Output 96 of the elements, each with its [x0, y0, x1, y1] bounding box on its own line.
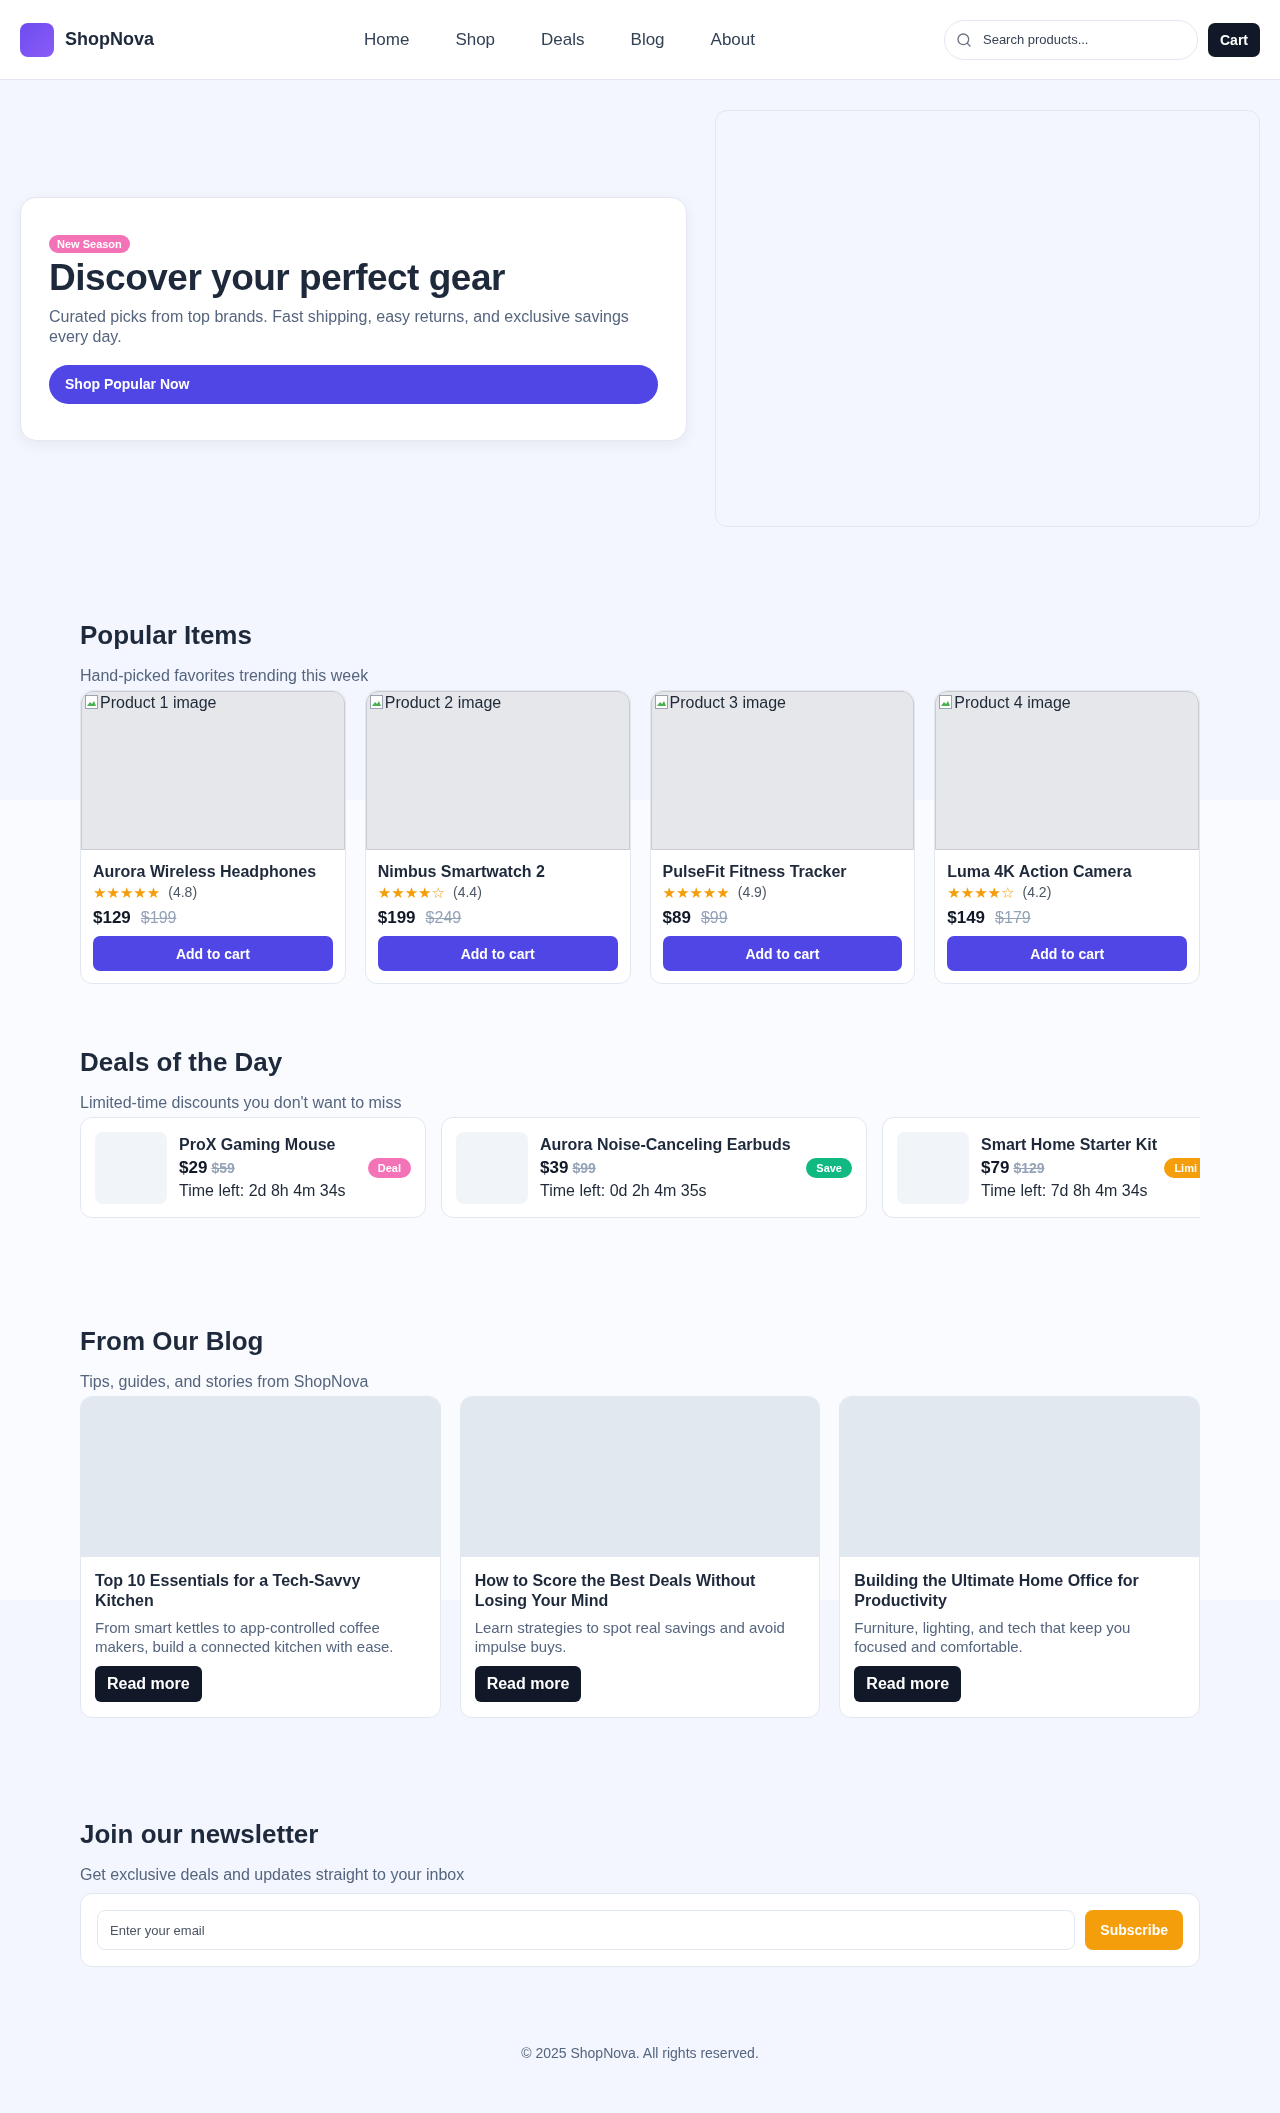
post-title: Building the Ultimate Home Office for Productivity — [854, 1571, 1140, 1611]
product-name: Luma 4K Action Camera — [947, 862, 1133, 882]
filled-star-icon: ★ — [93, 884, 107, 900]
rating-value: (4.8) — [168, 884, 198, 900]
price: $39 — [540, 1157, 569, 1178]
filled-star-icon: ★ — [716, 884, 730, 900]
nav-link[interactable]: Blog — [630, 29, 665, 50]
filled-star-icon: ★ — [391, 884, 405, 900]
price: $129 — [93, 908, 131, 928]
time-left: Time left: 2d 8h 4m 34s — [179, 1181, 347, 1200]
filled-star-icon: ★ — [662, 884, 676, 900]
product-name: PulseFit Fitness Tracker — [662, 862, 848, 882]
broken-image-icon — [368, 694, 385, 710]
filled-star-icon: ★ — [119, 884, 134, 900]
read-more-button[interactable]: Read more — [474, 1666, 582, 1702]
filled-star-icon: ★ — [106, 884, 120, 900]
filled-star-icon: ★ — [675, 884, 690, 900]
add-to-cart-button[interactable]: Add to cart — [947, 936, 1187, 971]
filled-star-icon: ★ — [960, 884, 975, 900]
broken-image-icon — [653, 694, 670, 710]
filled-star-icon: ★ — [974, 884, 988, 900]
add-to-cart-button[interactable]: Add to cart — [93, 936, 333, 971]
filled-star-icon: ★ — [404, 884, 419, 900]
nav-link[interactable]: About — [710, 29, 755, 50]
filled-star-icon: ★ — [377, 884, 392, 900]
search-field[interactable]: Search products... — [944, 19, 1198, 60]
read-more-button[interactable]: Read more — [95, 1666, 202, 1702]
read-more-button[interactable]: Read more — [854, 1666, 962, 1702]
hero-text: Curated picks from top brands. Fast shipping, easy returns, and exclusive savings every day. — [49, 306, 630, 347]
broken-image-icon — [84, 694, 100, 710]
filled-star-icon: ★ — [133, 884, 147, 900]
deal-name: ProX Gaming Mouse — [179, 1135, 337, 1154]
time-left: Time left: 0d 2h 4m 35s — [540, 1181, 708, 1200]
price: $29 — [179, 1157, 208, 1178]
copyright-text: © 2025 ShopNova. All rights reserved. — [521, 2045, 759, 2061]
filled-star-icon: ★ — [146, 884, 161, 900]
filled-star-icon: ★ — [702, 884, 717, 900]
old-price: $179 — [995, 909, 1031, 927]
rating-value: (4.9) — [737, 884, 767, 900]
price: $149 — [947, 908, 986, 928]
old-price: $199 — [140, 909, 177, 927]
broken-image-icon — [938, 694, 955, 710]
old-price: $129 — [1013, 1159, 1045, 1176]
section-title: Join our newsletter — [80, 1818, 320, 1850]
image-alt-text: Product 4 image — [954, 694, 1071, 712]
deal-name: Smart Home Starter Kit — [981, 1135, 1159, 1154]
image-alt-text: Product 2 image — [384, 694, 502, 712]
nav-link[interactable]: Shop — [455, 29, 496, 50]
nav-link[interactable]: Home — [364, 29, 410, 50]
price: $79 — [981, 1157, 1010, 1178]
post-title: How to Score the Best Deals Without Losing Your Mind — [474, 1571, 757, 1611]
rating-value: (4.2) — [1022, 884, 1052, 900]
deal-name: Aurora Noise-Canceling Earbuds — [540, 1135, 792, 1154]
price: $89 — [662, 908, 691, 928]
price: $199 — [377, 908, 416, 928]
deal-tag: Save — [806, 1157, 852, 1178]
section-title: Popular Items — [80, 619, 253, 651]
nav-link[interactable]: Deals — [541, 29, 585, 50]
add-to-cart-button[interactable]: Add to cart — [662, 936, 903, 971]
filled-star-icon: ★ — [947, 884, 961, 900]
empty-star-icon: ☆ — [431, 884, 445, 900]
old-price: $59 — [211, 1159, 235, 1176]
post-excerpt: Learn strategies to spot real savings and avoid impulse buys. — [474, 1618, 786, 1656]
email-field[interactable]: Enter your email — [97, 1910, 1076, 1950]
deal-tag: Limi — [1164, 1157, 1200, 1178]
post-title: Top 10 Essentials for a Tech-Savvy Kitchen — [95, 1571, 362, 1611]
shop-button[interactable]: Shop Popular Now — [49, 364, 658, 404]
old-price: $99 — [572, 1159, 596, 1176]
season-tag: New Season — [49, 234, 130, 253]
hero-title: Discover your perfect gear — [49, 256, 506, 299]
filled-star-icon: ★ — [987, 884, 1002, 900]
rating-value: (4.4) — [453, 884, 482, 900]
deal-tag: Deal — [367, 1157, 411, 1178]
image-alt-text: Product 1 image — [100, 694, 217, 712]
brand-name[interactable]: ShopNova — [65, 29, 154, 50]
section-subtitle: Limited-time discounts you don't want to miss — [80, 1093, 403, 1113]
add-to-cart-button[interactable]: Add to cart — [377, 936, 618, 971]
cart-button[interactable]: Cart — [1208, 22, 1260, 57]
logo-icon — [20, 22, 54, 57]
empty-star-icon: ☆ — [1001, 884, 1015, 900]
product-name: Aurora Wireless Headphones — [93, 862, 318, 882]
search-icon — [956, 31, 972, 48]
time-left: Time left: 7d 8h 4m 34s — [981, 1181, 1149, 1200]
section-subtitle: Hand-picked favorites trending this week — [80, 666, 370, 686]
filled-star-icon: ★ — [418, 884, 432, 900]
old-price: $249 — [425, 909, 462, 927]
section-title: Deals of the Day — [80, 1046, 284, 1078]
filled-star-icon: ★ — [689, 884, 703, 900]
post-excerpt: From smart kettles to app-controlled coffee makers, build a connected kitchen with ease. — [95, 1618, 395, 1656]
post-excerpt: Furniture, lighting, and tech that keep you focused and comfortable. — [854, 1618, 1132, 1656]
section-subtitle: Tips, guides, and stories from ShopNova — [80, 1372, 370, 1392]
old-price: $99 — [700, 909, 728, 927]
section-subtitle: Get exclusive deals and updates straight to your inbox — [80, 1865, 466, 1885]
product-name: Nimbus Smartwatch 2 — [377, 862, 546, 882]
section-title: From Our Blog — [80, 1325, 265, 1357]
image-alt-text: Product 3 image — [669, 694, 786, 712]
